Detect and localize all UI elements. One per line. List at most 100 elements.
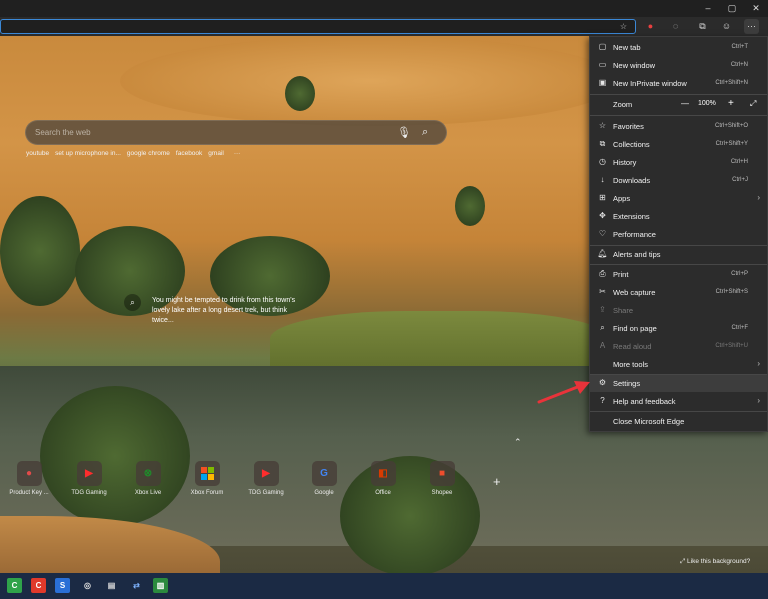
- taskbar-app-icon[interactable]: ▤: [104, 578, 119, 593]
- like-background-link[interactable]: ⤢ Like this background?: [680, 558, 750, 566]
- menu-item-extensions[interactable]: ✥ Extensions: [590, 208, 767, 225]
- apps-icon: ⊞: [599, 193, 606, 202]
- quick-link[interactable]: facebook: [176, 150, 202, 157]
- menu-item-help-and-feedback[interactable]: ? Help and feedback ›: [590, 393, 767, 410]
- background-palm: [455, 186, 485, 226]
- quick-link-tile[interactable]: ■ Shopee: [417, 461, 467, 496]
- inprivate-icon: ▣: [598, 78, 607, 87]
- tile-label: TDG Gaming: [248, 490, 284, 496]
- quick-link[interactable]: gmail: [208, 150, 224, 157]
- quick-link[interactable]: set up microphone in...: [55, 150, 121, 157]
- add-shortcut-button[interactable]: +: [493, 474, 501, 489]
- taskbar-app-icon[interactable]: S: [55, 578, 70, 593]
- youtube-icon: ▶: [76, 461, 102, 486]
- background-caption[interactable]: You might be tempted to drink from this …: [152, 296, 302, 326]
- quick-link-tile[interactable]: ▶ TDG Gaming: [64, 461, 114, 496]
- zoom-in-button[interactable]: +: [728, 98, 734, 109]
- menu-item-new-inprivate-window[interactable]: ▣ New InPrivate window Ctrl+Shift+N: [590, 75, 767, 92]
- address-bar[interactable]: ☆: [0, 19, 636, 34]
- tile-label: Xbox Forum: [190, 490, 224, 496]
- menu-separator: [590, 115, 767, 116]
- menu-item-alerts-and-tips[interactable]: 🔔︎ Alerts and tips: [590, 246, 767, 263]
- taskbar-app-icon[interactable]: ⇄: [129, 578, 144, 593]
- fullscreen-icon[interactable]: ⤢: [750, 99, 756, 109]
- youtube-icon: ▶: [253, 461, 279, 486]
- menu-item-find-on-page[interactable]: ⌕ Find on page Ctrl+F: [590, 320, 767, 337]
- zoom-out-button[interactable]: —: [681, 99, 689, 108]
- tile-label: Shopee: [431, 490, 453, 496]
- menu-item-apps[interactable]: ⊞ Apps ›: [590, 190, 767, 207]
- extension-puzzle-icon[interactable]: ◌: [668, 19, 683, 34]
- menu-item-new-window[interactable]: ▭ New window Ctrl+N: [590, 57, 767, 74]
- image-search-icon[interactable]: ⌕: [124, 294, 141, 311]
- minimize-button[interactable]: –: [700, 3, 716, 14]
- menu-item-share: ⇪ Share: [590, 302, 767, 319]
- search-icon[interactable]: ⌕: [422, 126, 428, 139]
- taskbar-app-icon[interactable]: ▥: [153, 578, 168, 593]
- menu-separator: [590, 94, 767, 95]
- chevron-right-icon: ›: [757, 193, 760, 202]
- microphone-icon[interactable]: 🎙: [397, 126, 411, 139]
- read-aloud-icon: A: [599, 341, 606, 350]
- tile-label: Google: [314, 490, 334, 496]
- print-icon: ⎙: [599, 269, 606, 278]
- restore-button[interactable]: ▢: [724, 3, 740, 14]
- menu-item-zoom: Zoom — 100% + ⤢: [613, 98, 757, 109]
- menu-item-downloads[interactable]: ↓ Downloads Ctrl+J: [590, 172, 767, 189]
- background-dune: [120, 36, 620, 126]
- quick-link-tile[interactable]: Xbox Forum: [182, 461, 232, 496]
- menu-item-print[interactable]: ⎙ Print Ctrl+P: [590, 266, 767, 283]
- share-icon: ⇪: [599, 305, 606, 314]
- quick-link-tile[interactable]: ● Product Key ...: [4, 461, 54, 496]
- toolbar: ☆ ● ◌ ⧉ ☺ ···: [0, 17, 768, 36]
- chevron-right-icon: ›: [757, 359, 760, 368]
- settings-and-more-button[interactable]: ···: [744, 19, 759, 34]
- profile-avatar-icon[interactable]: ☺: [719, 19, 734, 34]
- like-background-label: Like this background?: [687, 558, 751, 565]
- menu-item-performance[interactable]: ♡ Performance: [590, 226, 767, 243]
- quick-links-more[interactable]: ···: [234, 150, 241, 157]
- help-icon: ?: [600, 396, 605, 405]
- menu-item-new-tab[interactable]: ▢ New tab Ctrl+T: [590, 39, 767, 56]
- menu-separator: [590, 411, 767, 412]
- extensions-icon: ✥: [599, 211, 606, 220]
- menu-item-more-tools[interactable]: More tools ›: [590, 356, 767, 373]
- extension-opera-icon[interactable]: ●: [643, 19, 658, 34]
- quick-link[interactable]: google chrome: [127, 150, 170, 157]
- search-placeholder: Search the web: [35, 128, 91, 137]
- menu-item-favorites[interactable]: ☆ Favorites Ctrl+Shift+O: [590, 118, 767, 135]
- close-window-button[interactable]: ✕: [748, 3, 764, 14]
- quick-link-tile[interactable]: ⊗ Xbox Live: [123, 461, 173, 496]
- collections-icon[interactable]: ⧉: [695, 19, 710, 34]
- annotation-arrow-icon: [537, 381, 590, 404]
- menu-item-history[interactable]: ◷ History Ctrl+H: [590, 154, 767, 171]
- menu-item-web-capture[interactable]: ✂ Web capture Ctrl+Shift+S: [590, 284, 767, 301]
- menu-item-collections[interactable]: ⧉ Collections Ctrl+Shift+Y: [590, 136, 767, 153]
- web-search-box[interactable]: Search the web 🎙 ⌕: [25, 120, 447, 145]
- taskbar-app-icon[interactable]: C: [7, 578, 22, 593]
- taskbar-app-icon[interactable]: ◎: [80, 578, 95, 593]
- quick-link-tile[interactable]: G Google: [299, 461, 349, 496]
- add-favorite-icon[interactable]: ☆: [620, 22, 627, 31]
- quick-link-tile[interactable]: ▶ TDG Gaming: [241, 461, 291, 496]
- google-icon: G: [311, 461, 337, 486]
- shopee-icon: ■: [429, 461, 455, 486]
- quick-links: youtube set up microphone in... google c…: [26, 150, 240, 157]
- taskbar-app-icon[interactable]: C: [31, 578, 46, 593]
- background-palm: [0, 196, 80, 306]
- expand-icon: ⤢: [680, 558, 688, 565]
- performance-icon: ♡: [598, 229, 607, 238]
- bell-icon: 🔔︎: [597, 249, 608, 258]
- background-palm: [285, 76, 315, 111]
- find-icon: ⌕: [600, 323, 605, 332]
- menu-item-settings[interactable]: ⚙ Settings: [590, 375, 767, 392]
- chevron-right-icon: ›: [757, 396, 760, 405]
- menu-item-close-edge[interactable]: Close Microsoft Edge: [590, 413, 767, 430]
- tile-label: Office: [375, 490, 391, 496]
- web-capture-icon: ✂: [599, 287, 606, 296]
- chevron-up-icon[interactable]: ⌃: [514, 437, 522, 448]
- quick-link-tile[interactable]: ◧ Office: [358, 461, 408, 496]
- new-tab-icon: ▢: [598, 42, 607, 51]
- quick-link[interactable]: youtube: [26, 150, 49, 157]
- background-palm: [40, 386, 190, 526]
